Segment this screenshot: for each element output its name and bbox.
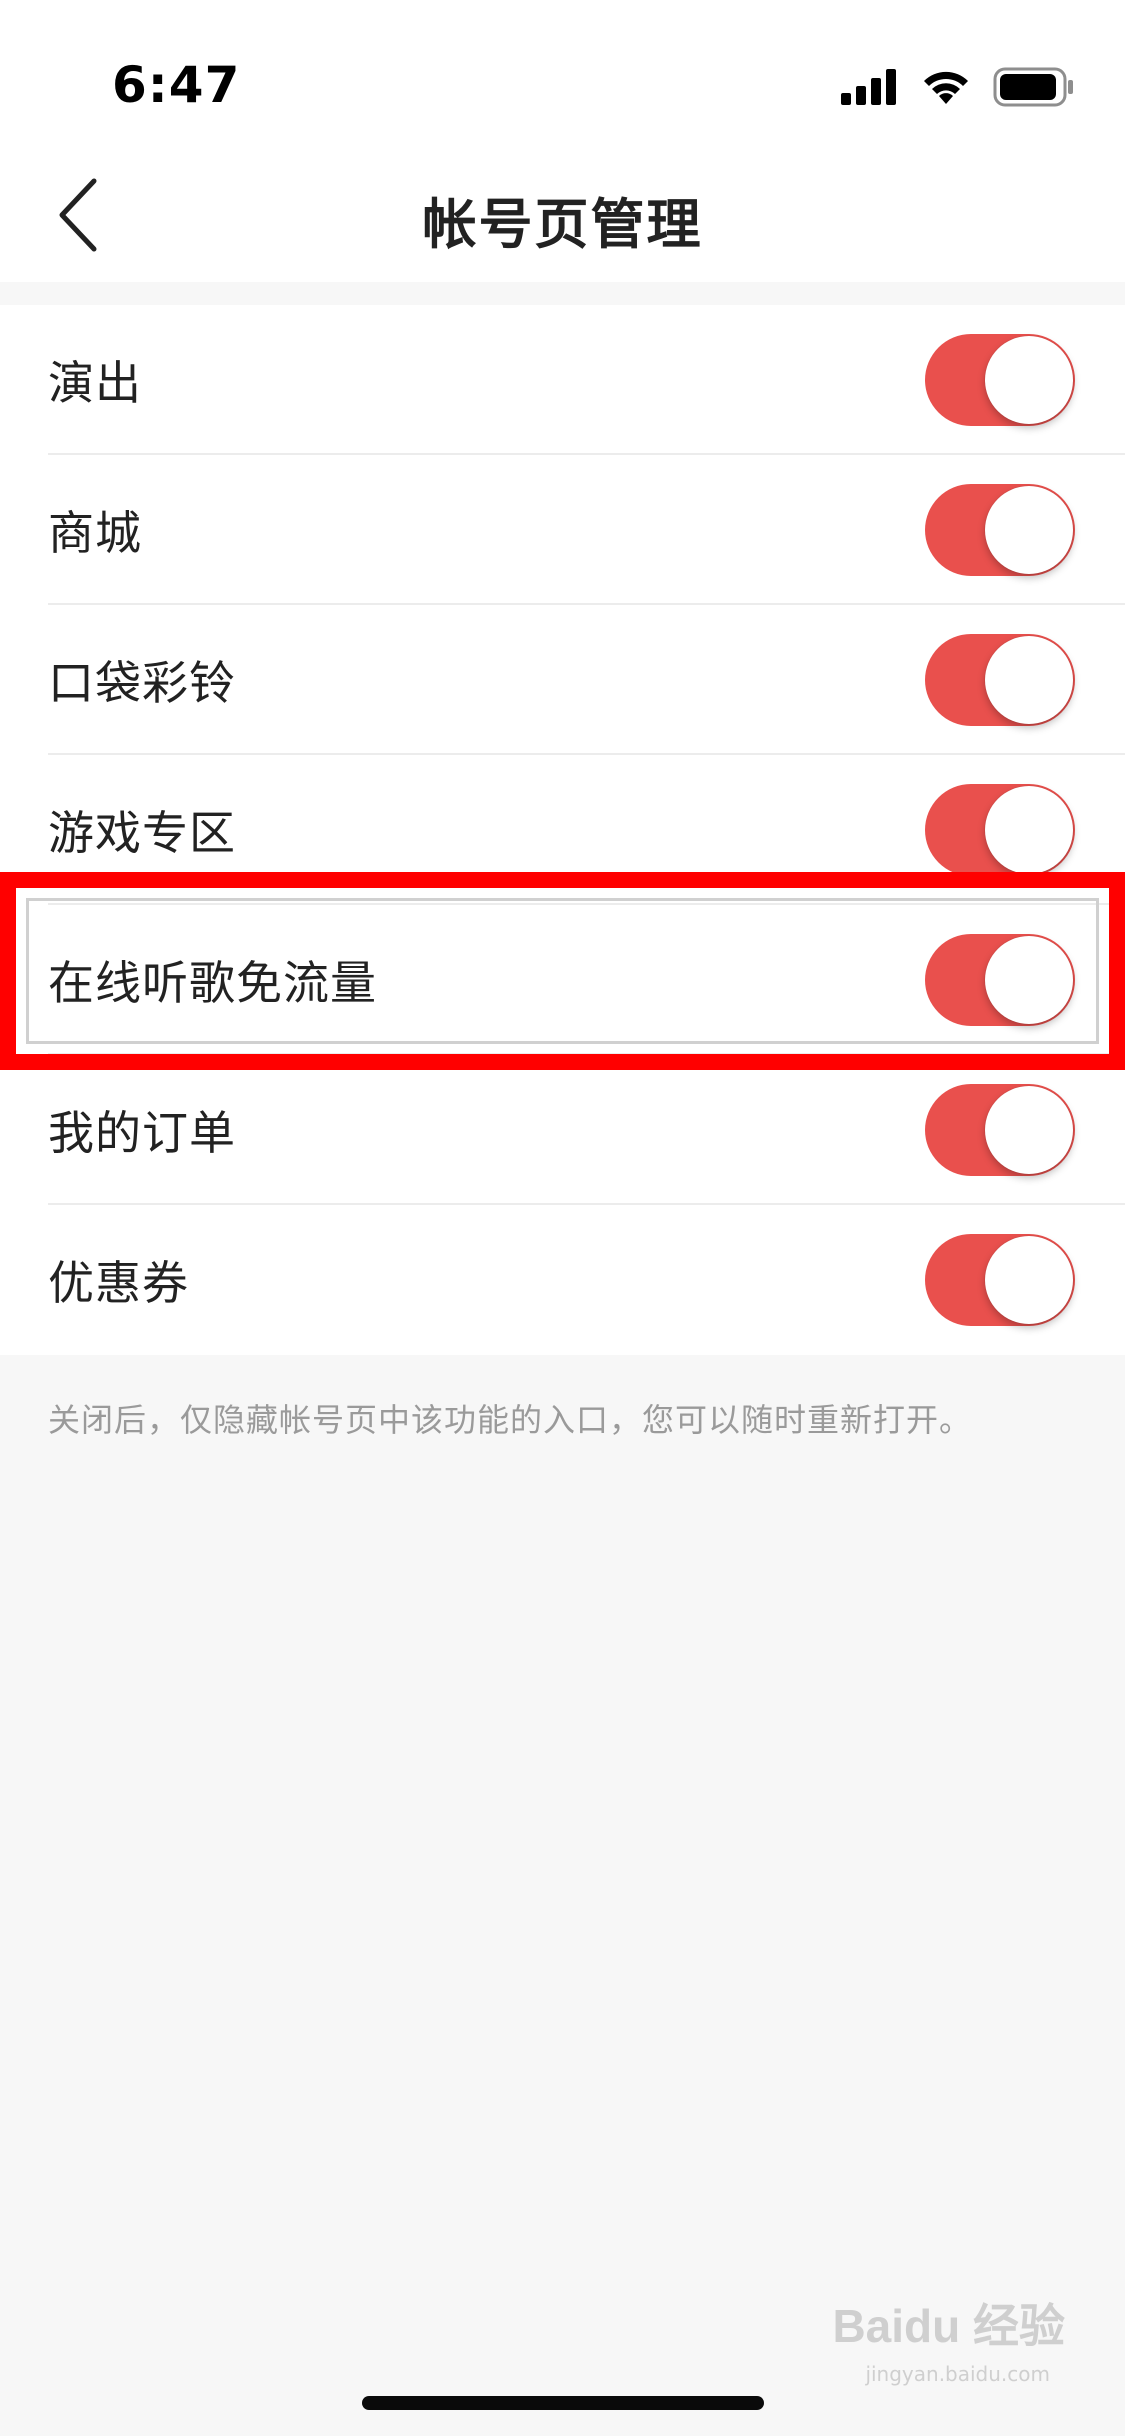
settings-row-label: 在线听歌免流量 [48,956,377,1010]
settings-row-orders: 我的订单 [0,1055,1125,1205]
toggle-ringtone[interactable] [925,634,1075,726]
toggle-games[interactable] [925,784,1075,876]
status-time: 6:47 [112,56,241,114]
signal-icon [841,69,896,105]
toggle-performance[interactable] [925,334,1075,426]
settings-row-games: 游戏专区 [0,755,1125,905]
settings-row-label: 优惠券 [48,1256,189,1310]
toggle-knob [985,336,1073,424]
settings-row-label: 我的订单 [48,1106,236,1160]
settings-row-free-streaming: 在线听歌免流量 [0,905,1125,1055]
toggle-knob [985,1086,1073,1174]
settings-row-label: 演出 [48,356,142,410]
battery-icon [993,67,1073,107]
settings-row-ringtone: 口袋彩铃 [0,605,1125,755]
footnote-text: 关闭后，仅隐藏帐号页中该功能的入口，您可以随时重新打开。 [48,1401,973,1439]
toggle-coupons[interactable] [925,1234,1075,1326]
watermark-url: jingyan.baidu.com [865,2362,1050,2386]
settings-row-performance: 演出 [0,305,1125,455]
wifi-icon [924,71,968,104]
status-bar: 6:47 [0,0,1125,150]
settings-row-label: 口袋彩铃 [48,656,236,710]
settings-row-mall: 商城 [0,455,1125,605]
toggle-knob [985,1236,1073,1324]
settings-row-label: 游戏专区 [48,806,236,860]
nav-bar: 帐号页管理 [0,150,1125,282]
status-icons [841,62,1075,112]
toggle-knob [985,936,1073,1024]
settings-row-label: 商城 [48,506,142,560]
toggle-knob [985,636,1073,724]
toggle-knob [985,486,1073,574]
settings-list: 演出 商城 口袋彩铃 游戏专区 在线听歌免流量 我的订单 优惠券 [0,305,1125,1355]
home-indicator[interactable] [362,2396,764,2410]
toggle-orders[interactable] [925,1084,1075,1176]
watermark-logo: Baidu 经验 [832,2300,1065,2352]
toggle-free-streaming[interactable] [925,934,1075,1026]
toggle-mall[interactable] [925,484,1075,576]
page-title: 帐号页管理 [422,193,703,256]
settings-row-coupons: 优惠券 [0,1205,1125,1355]
toggle-knob [985,786,1073,874]
